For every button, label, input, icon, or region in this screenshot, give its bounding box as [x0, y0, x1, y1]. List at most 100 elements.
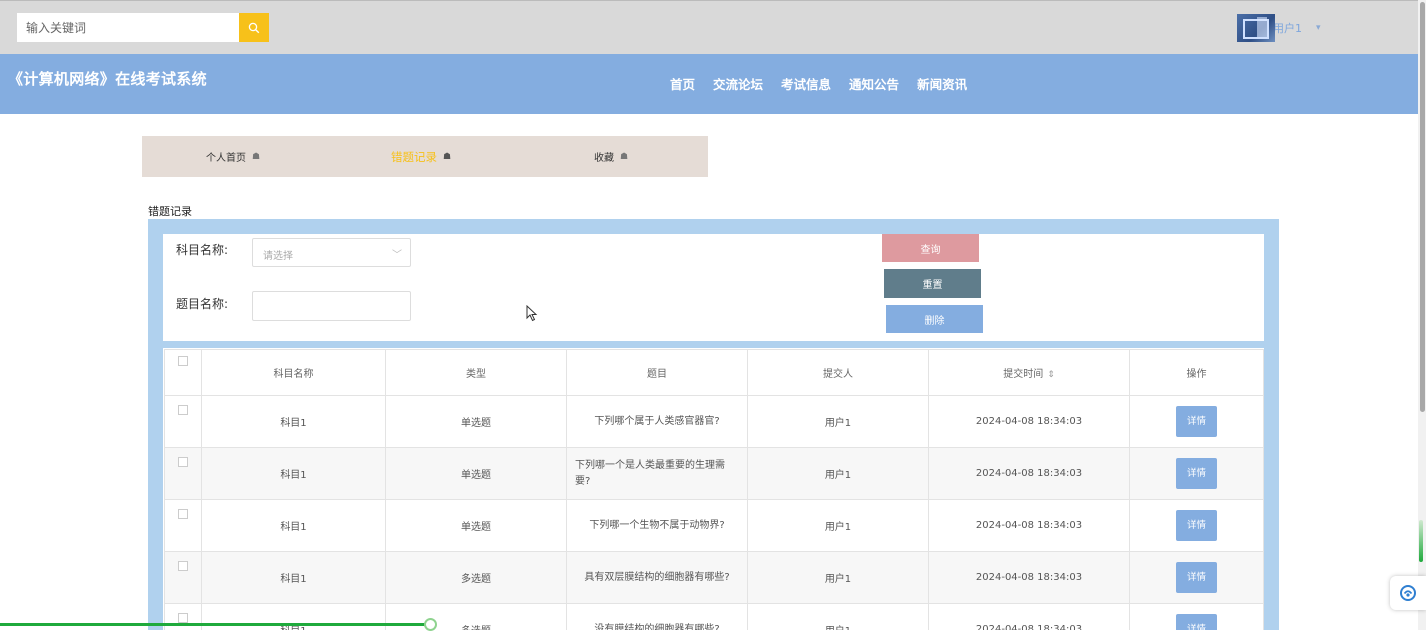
cell-subject: 科目1 — [201, 447, 386, 500]
cell-subject: 科目1 — [201, 395, 386, 448]
subject-select[interactable]: 请选择 ﹀ — [252, 238, 411, 267]
header-submit-time-label: 提交时间 — [1003, 369, 1044, 380]
search-button[interactable] — [239, 13, 269, 42]
floating-assistant-button[interactable] — [1390, 576, 1426, 610]
records-table: 科目名称 类型 题目 提交人 提交时间 ⇕ 操作 科目1 单选题 下列哪个属于人类… — [164, 349, 1264, 630]
table-row: 科目1 单选题 下列哪一个生物不属于动物界? 用户1 2024-04-08 18… — [164, 499, 1264, 552]
detail-button[interactable]: 详情 — [1176, 458, 1217, 489]
subject-select-placeholder: 请选择 — [263, 251, 293, 262]
cell-time: 2024-04-08 18:34:03 — [928, 603, 1130, 630]
nav-forum[interactable]: 交流论坛 — [713, 74, 763, 93]
cell-subject: 科目1 — [201, 499, 386, 552]
cell-submitter: 用户1 — [747, 499, 929, 552]
nav-home[interactable]: 首页 — [670, 74, 695, 93]
select-all-checkbox[interactable] — [178, 356, 188, 366]
row-checkbox[interactable] — [178, 405, 188, 415]
tab-wrong-records[interactable]: 错题记录 ☗ — [391, 136, 451, 177]
row-checkbox[interactable] — [178, 613, 188, 623]
home-icon: ☗ — [443, 151, 452, 162]
scroll-indicator — [1419, 520, 1423, 562]
cell-time: 2024-04-08 18:34:03 — [928, 551, 1130, 604]
user-center-tabs: 个人首页 ☗ 错题记录 ☗ 收藏 ☗ — [142, 136, 708, 177]
row-checkbox[interactable] — [178, 509, 188, 519]
cell-subject: 科目1 — [201, 603, 386, 630]
search-icon — [248, 22, 260, 33]
table-row: 科目1 单选题 下列哪一个是人类最重要的生理需要? 用户1 2024-04-08… — [164, 447, 1264, 500]
tab-label: 错题记录 — [391, 149, 437, 164]
cell-question: 具有双层膜结构的细胞器有哪些? — [566, 551, 748, 604]
avatar[interactable] — [1237, 14, 1275, 42]
table-header-row: 科目名称 类型 题目 提交人 提交时间 ⇕ 操作 — [164, 349, 1264, 396]
question-input[interactable] — [252, 291, 411, 321]
cell-action: 详情 — [1129, 499, 1264, 552]
header-subject: 科目名称 — [201, 349, 386, 396]
header-submit-time[interactable]: 提交时间 ⇕ — [928, 349, 1130, 396]
detail-button[interactable]: 详情 — [1176, 510, 1217, 541]
cell-action: 详情 — [1129, 551, 1264, 604]
cell-type: 单选题 — [385, 499, 567, 552]
cell-question: 没有膜结构的细胞器有哪些? — [566, 603, 748, 630]
cell-question: 下列哪个属于人类感官器官? — [566, 395, 748, 448]
row-checkbox[interactable] — [178, 457, 188, 467]
cell-submitter: 用户1 — [747, 603, 929, 630]
main-nav: 首页 交流论坛 考试信息 通知公告 新闻资讯 — [670, 74, 985, 93]
cell-action: 详情 — [1129, 395, 1264, 448]
header-submitter: 提交人 — [747, 349, 929, 396]
tab-label: 个人首页 — [206, 153, 246, 164]
detail-button[interactable]: 详情 — [1176, 614, 1217, 630]
cell-time: 2024-04-08 18:34:03 — [928, 499, 1130, 552]
reset-button[interactable]: 重置 — [884, 269, 981, 298]
cell-submitter: 用户1 — [747, 395, 929, 448]
table-row: 科目1 多选题 没有膜结构的细胞器有哪些? 用户1 2024-04-08 18:… — [164, 603, 1264, 630]
chevron-down-icon: ﹀ — [392, 250, 402, 261]
records-table-container: 科目名称 类型 题目 提交人 提交时间 ⇕ 操作 科目1 单选题 下列哪个属于人类… — [163, 348, 1264, 630]
site-header: 《计算机网络》在线考试系统 首页 交流论坛 考试信息 通知公告 新闻资讯 — [0, 54, 1418, 114]
site-title[interactable]: 《计算机网络》在线考试系统 — [8, 68, 207, 89]
scrollbar-thumb[interactable] — [1420, 2, 1425, 412]
detail-button[interactable]: 详情 — [1176, 406, 1217, 437]
user-menu[interactable]: 用户1 ▾ — [1237, 14, 1321, 42]
question-label: 题目名称: — [176, 297, 229, 311]
cell-question: 下列哪一个是人类最重要的生理需要? — [566, 447, 748, 500]
row-checkbox[interactable] — [178, 561, 188, 571]
cell-time: 2024-04-08 18:34:03 — [928, 395, 1130, 448]
detail-button[interactable]: 详情 — [1176, 562, 1217, 593]
tab-personal-home[interactable]: 个人首页 ☗ — [206, 136, 260, 177]
username[interactable]: 用户1 — [1273, 20, 1302, 36]
header-question: 题目 — [566, 349, 748, 396]
cell-submitter: 用户1 — [747, 551, 929, 604]
cell-type: 多选题 — [385, 603, 567, 630]
cell-type: 单选题 — [385, 395, 567, 448]
assistant-icon — [1400, 585, 1416, 601]
table-row: 科目1 单选题 下列哪个属于人类感官器官? 用户1 2024-04-08 18:… — [164, 395, 1264, 448]
cell-action: 详情 — [1129, 603, 1264, 630]
nav-exam-info[interactable]: 考试信息 — [781, 74, 831, 93]
table-row: 科目1 多选题 具有双层膜结构的细胞器有哪些? 用户1 2024-04-08 1… — [164, 551, 1264, 604]
progress-knob[interactable] — [424, 618, 437, 631]
cell-subject: 科目1 — [201, 551, 386, 604]
mouse-cursor-icon — [526, 305, 538, 322]
nav-news[interactable]: 新闻资讯 — [917, 74, 967, 93]
subject-label: 科目名称: — [176, 243, 229, 257]
sort-icon[interactable]: ⇕ — [1047, 370, 1055, 380]
section-title: 错题记录 — [148, 205, 192, 218]
search-input[interactable] — [17, 13, 239, 42]
tab-favorites[interactable]: 收藏 ☗ — [594, 136, 628, 177]
select-all-cell — [164, 349, 202, 396]
top-bar: 用户1 ▾ — [0, 0, 1418, 54]
filter-form: 科目名称: 请选择 ﹀ 题目名称: 查询 重置 删除 — [163, 234, 1264, 341]
cell-time: 2024-04-08 18:34:03 — [928, 447, 1130, 500]
nav-notices[interactable]: 通知公告 — [849, 74, 899, 93]
delete-button[interactable]: 删除 — [886, 305, 983, 333]
tab-label: 收藏 — [594, 153, 614, 164]
cell-action: 详情 — [1129, 447, 1264, 500]
cell-type: 多选题 — [385, 551, 567, 604]
header-type: 类型 — [385, 349, 567, 396]
cell-type: 单选题 — [385, 447, 567, 500]
search-submit-button[interactable]: 查询 — [882, 234, 979, 262]
records-panel: 科目名称: 请选择 ﹀ 题目名称: 查询 重置 删除 科目名称 类型 题目 提交… — [148, 219, 1279, 630]
cell-question: 下列哪一个生物不属于动物界? — [566, 499, 748, 552]
home-icon: ☗ — [252, 151, 261, 162]
header-action: 操作 — [1129, 349, 1264, 396]
chevron-down-icon[interactable]: ▾ — [1316, 23, 1321, 33]
